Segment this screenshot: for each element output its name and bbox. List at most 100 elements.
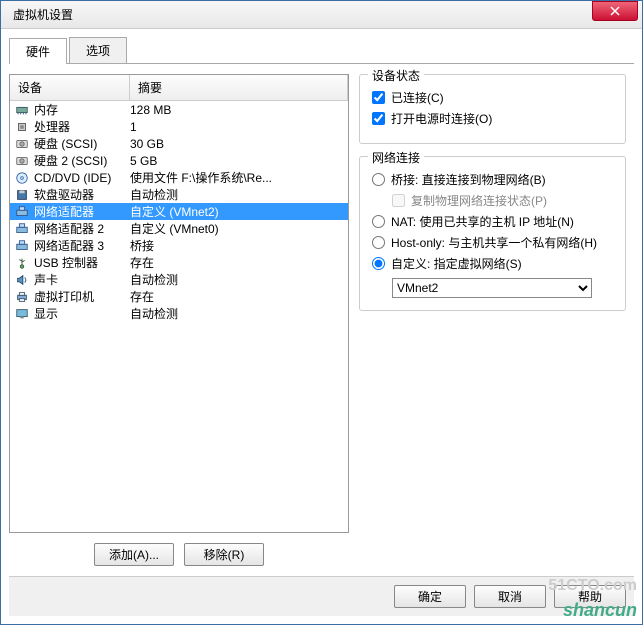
- network-title: 网络连接: [368, 149, 424, 166]
- vnet-select-row: VMnet2: [392, 278, 613, 298]
- cancel-button[interactable]: 取消: [474, 585, 546, 608]
- hostonly-row: Host-only: 与主机共享一个私有网络(H): [372, 234, 613, 251]
- device-summary: 自动检测: [130, 305, 344, 322]
- device-row[interactable]: 显示自动检测: [10, 305, 348, 322]
- hostonly-radio[interactable]: [372, 236, 385, 249]
- col-device: 设备: [10, 75, 130, 100]
- device-row[interactable]: CD/DVD (IDE)使用文件 F:\操作系统\Re...: [10, 169, 348, 186]
- device-name: 硬盘 (SCSI): [34, 135, 130, 152]
- hdd-icon: [14, 136, 30, 152]
- custom-radio[interactable]: [372, 257, 385, 270]
- printer-icon: [14, 289, 30, 305]
- device-name: 处理器: [34, 118, 130, 135]
- device-row[interactable]: 声卡自动检测: [10, 271, 348, 288]
- replicate-label: 复制物理网络连接状态(P): [411, 192, 547, 209]
- left-buttons: 添加(A)... 移除(R): [9, 533, 349, 576]
- bridged-radio[interactable]: [372, 173, 385, 186]
- device-name: 网络适配器: [34, 203, 130, 220]
- connected-label: 已连接(C): [391, 89, 444, 106]
- device-status-group: 设备状态 已连接(C) 打开电源时连接(O): [359, 74, 626, 144]
- titlebar: 虚拟机设置: [1, 1, 642, 29]
- device-row[interactable]: 网络适配器 3桥接: [10, 237, 348, 254]
- sound-icon: [14, 272, 30, 288]
- poweron-checkbox[interactable]: [372, 112, 385, 125]
- nic-icon: [14, 238, 30, 254]
- nat-row: NAT: 使用已共享的主机 IP 地址(N): [372, 213, 613, 230]
- nic-icon: [14, 204, 30, 220]
- device-summary: 自定义 (VMnet0): [130, 220, 344, 237]
- col-summary: 摘要: [130, 75, 348, 100]
- replicate-row: 复制物理网络连接状态(P): [392, 192, 613, 209]
- device-name: CD/DVD (IDE): [34, 171, 130, 185]
- vnet-select[interactable]: VMnet2: [392, 278, 592, 298]
- left-panel: 设备 摘要 内存128 MB处理器1硬盘 (SCSI)30 GB硬盘 2 (SC…: [9, 74, 349, 576]
- usb-icon: [14, 255, 30, 271]
- device-name: 声卡: [34, 271, 130, 288]
- device-row[interactable]: 硬盘 2 (SCSI)5 GB: [10, 152, 348, 169]
- poweron-label: 打开电源时连接(O): [391, 110, 492, 127]
- bottom-bar: 确定 取消 帮助: [9, 576, 634, 616]
- memory-icon: [14, 102, 30, 118]
- hostonly-label: Host-only: 与主机共享一个私有网络(H): [391, 234, 597, 251]
- device-summary: 30 GB: [130, 137, 344, 151]
- device-name: 软盘驱动器: [34, 186, 130, 203]
- device-name: 硬盘 2 (SCSI): [34, 152, 130, 169]
- cd-icon: [14, 170, 30, 186]
- device-row[interactable]: USB 控制器存在: [10, 254, 348, 271]
- bridged-row: 桥接: 直接连接到物理网络(B): [372, 171, 613, 188]
- device-name: 显示: [34, 305, 130, 322]
- device-row[interactable]: 网络适配器 2自定义 (VMnet0): [10, 220, 348, 237]
- device-name: 网络适配器 3: [34, 237, 130, 254]
- device-row[interactable]: 虚拟打印机存在: [10, 288, 348, 305]
- vm-settings-window: 虚拟机设置 硬件 选项 设备 摘要 内存128 MB处理器1硬盘 (SCSI)3…: [0, 0, 643, 625]
- device-row[interactable]: 处理器1: [10, 118, 348, 135]
- device-summary: 自动检测: [130, 186, 344, 203]
- device-summary: 1: [130, 120, 344, 134]
- tab-hardware[interactable]: 硬件: [9, 38, 67, 64]
- nat-radio[interactable]: [372, 215, 385, 228]
- cpu-icon: [14, 119, 30, 135]
- device-name: 虚拟打印机: [34, 288, 130, 305]
- tab-bar: 硬件 选项: [9, 37, 634, 64]
- nat-label: NAT: 使用已共享的主机 IP 地址(N): [391, 213, 574, 230]
- device-name: 网络适配器 2: [34, 220, 130, 237]
- hdd-icon: [14, 153, 30, 169]
- close-button[interactable]: [592, 1, 638, 21]
- close-icon: [610, 6, 620, 16]
- device-status-title: 设备状态: [368, 67, 424, 84]
- tab-options[interactable]: 选项: [69, 37, 127, 63]
- device-summary: 自动检测: [130, 271, 344, 288]
- device-summary: 存在: [130, 254, 344, 271]
- ok-button[interactable]: 确定: [394, 585, 466, 608]
- device-list: 设备 摘要 内存128 MB处理器1硬盘 (SCSI)30 GB硬盘 2 (SC…: [9, 74, 349, 533]
- help-button[interactable]: 帮助: [554, 585, 626, 608]
- connected-checkbox[interactable]: [372, 91, 385, 104]
- panels: 设备 摘要 内存128 MB处理器1硬盘 (SCSI)30 GB硬盘 2 (SC…: [9, 64, 634, 576]
- device-row[interactable]: 硬盘 (SCSI)30 GB: [10, 135, 348, 152]
- bridged-label: 桥接: 直接连接到物理网络(B): [391, 171, 546, 188]
- floppy-icon: [14, 187, 30, 203]
- connected-row: 已连接(C): [372, 89, 613, 106]
- poweron-row: 打开电源时连接(O): [372, 110, 613, 127]
- right-panel: 设备状态 已连接(C) 打开电源时连接(O) 网络连接 桥接: 直接连接到物理网…: [359, 74, 634, 576]
- custom-row: 自定义: 指定虚拟网络(S): [372, 255, 613, 272]
- device-row[interactable]: 网络适配器自定义 (VMnet2): [10, 203, 348, 220]
- network-group: 网络连接 桥接: 直接连接到物理网络(B) 复制物理网络连接状态(P) NAT:…: [359, 156, 626, 311]
- remove-button[interactable]: 移除(R): [184, 543, 264, 566]
- device-summary: 128 MB: [130, 103, 344, 117]
- replicate-checkbox: [392, 194, 405, 207]
- device-summary: 桥接: [130, 237, 344, 254]
- add-button[interactable]: 添加(A)...: [94, 543, 174, 566]
- device-summary: 5 GB: [130, 154, 344, 168]
- device-name: USB 控制器: [34, 254, 130, 271]
- list-header: 设备 摘要: [10, 75, 348, 101]
- device-row[interactable]: 内存128 MB: [10, 101, 348, 118]
- custom-label: 自定义: 指定虚拟网络(S): [391, 255, 522, 272]
- device-summary: 使用文件 F:\操作系统\Re...: [130, 169, 344, 186]
- device-summary: 自定义 (VMnet2): [130, 203, 344, 220]
- list-body: 内存128 MB处理器1硬盘 (SCSI)30 GB硬盘 2 (SCSI)5 G…: [10, 101, 348, 322]
- display-icon: [14, 306, 30, 322]
- device-row[interactable]: 软盘驱动器自动检测: [10, 186, 348, 203]
- window-title: 虚拟机设置: [5, 6, 592, 23]
- nic-icon: [14, 221, 30, 237]
